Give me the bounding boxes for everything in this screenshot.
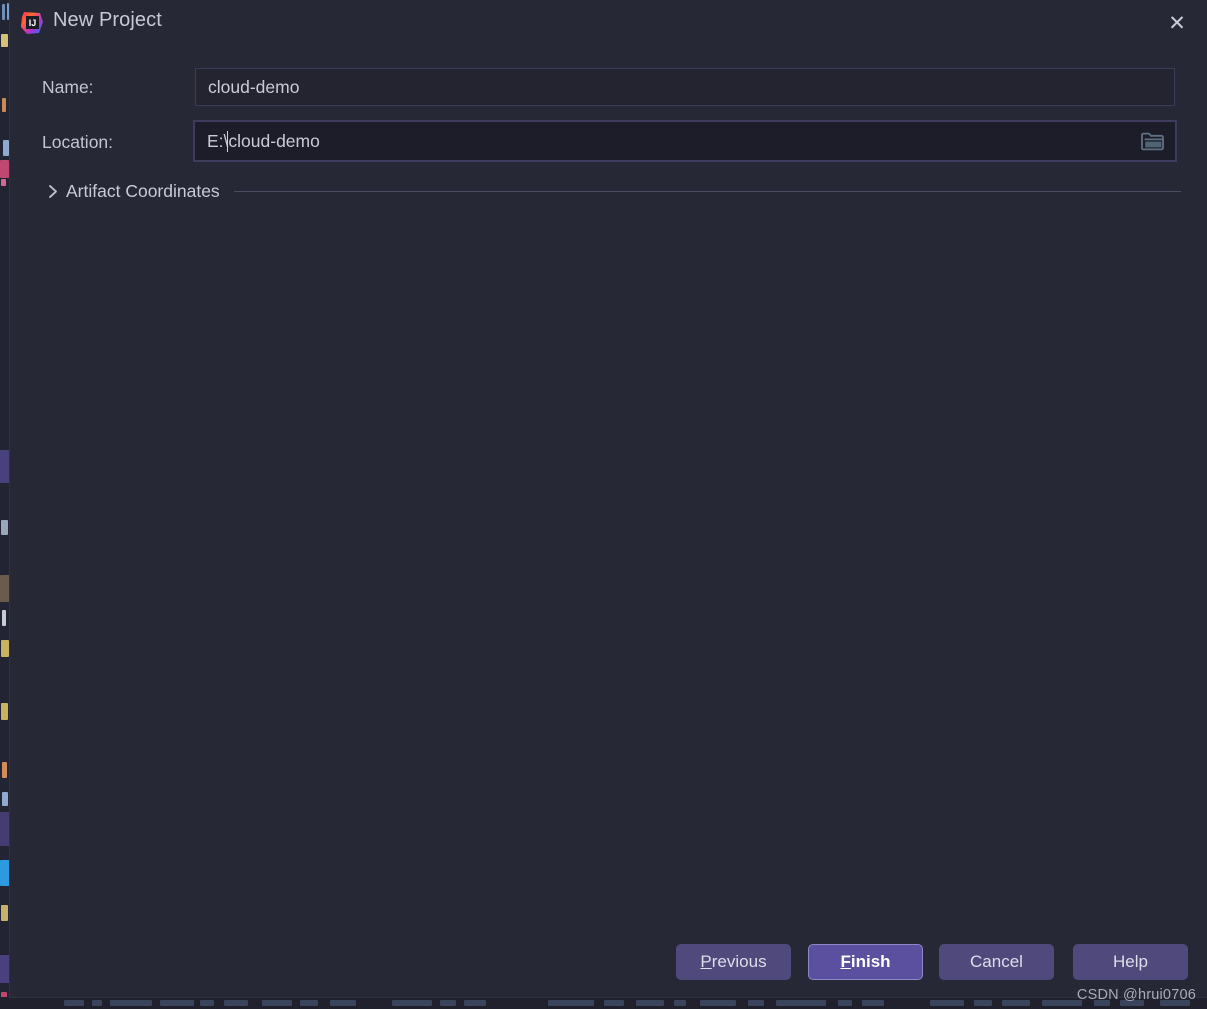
artifact-coordinates-label: Artifact Coordinates (66, 180, 220, 201)
previous-button-label: revious (711, 952, 767, 971)
backdrop-bottom-strip (0, 997, 1207, 1009)
cancel-button[interactable]: Cancel (939, 944, 1054, 980)
chevron-right-icon (42, 184, 64, 199)
folder-icon[interactable] (1129, 122, 1175, 160)
previous-button[interactable]: Previous (676, 944, 791, 980)
artifact-coordinates-section[interactable]: Artifact Coordinates (42, 176, 1182, 206)
dialog-titlebar: IJ New Project ✕ (10, 0, 1207, 47)
name-label: Name: (42, 77, 94, 97)
intellij-idea-logo-icon: IJ (19, 10, 45, 36)
close-icon[interactable]: ✕ (1159, 6, 1195, 40)
location-input[interactable]: E:\ cloud-demo (195, 130, 1129, 152)
finish-button[interactable]: Finish (808, 944, 923, 980)
help-button[interactable]: Help (1073, 944, 1188, 980)
finish-button-label: inish (850, 952, 891, 971)
location-value-after-caret: cloud-demo (228, 130, 320, 151)
svg-text:IJ: IJ (29, 18, 37, 28)
location-label: Location: (42, 132, 114, 152)
section-separator (233, 190, 1181, 192)
dialog-title: New Project (53, 9, 162, 31)
location-input-wrapper: E:\ cloud-demo (193, 120, 1177, 162)
location-value-before-caret: E:\ (207, 130, 229, 151)
finish-button-mnemonic: F (840, 952, 851, 971)
previous-button-mnemonic: P (700, 952, 712, 971)
new-project-dialog: IJ New Project ✕ Name: cloud-demo Locati… (10, 0, 1207, 997)
name-input[interactable]: cloud-demo (195, 68, 1175, 106)
csdn-watermark: CSDN @hrui0706 (1076, 987, 1196, 1003)
dialog-button-bar: Previous Finish Cancel Help (10, 944, 1207, 984)
